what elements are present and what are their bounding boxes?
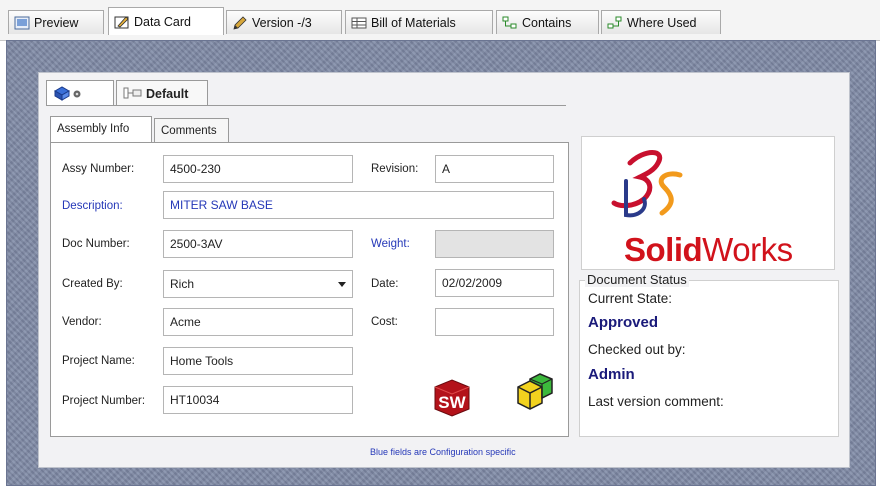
checked-out-value: Admin: [588, 366, 635, 383]
data-card-icon: [114, 11, 130, 29]
tab-preview[interactable]: Preview: [8, 10, 104, 34]
solidworks-wordmark: SolidWorks: [624, 231, 793, 268]
tab-contains[interactable]: Contains: [496, 10, 599, 34]
config-specific-note: Blue fields are Configuration specific: [370, 447, 516, 457]
doc-number-field[interactable]: 2500-3AV: [163, 230, 353, 258]
created-by-label: Created By:: [62, 278, 123, 290]
description-label: Description:: [62, 200, 123, 212]
tab-version[interactable]: Version -/3: [226, 10, 342, 34]
assy-number-label: Assy Number:: [62, 163, 135, 175]
tree-contains-icon: [502, 14, 518, 29]
doc-number-label: Doc Number:: [62, 238, 130, 250]
chevron-down-icon[interactable]: [338, 282, 346, 287]
config-tab-divider: [46, 105, 566, 106]
tab-data-card[interactable]: Data Card: [108, 7, 224, 35]
svg-text:SW: SW: [438, 393, 466, 412]
tab-bill-of-materials[interactable]: Bill of Materials: [345, 10, 493, 34]
project-number-field[interactable]: HT10034: [163, 386, 353, 414]
date-label: Date:: [371, 278, 399, 290]
last-version-comment-label: Last version comment:: [588, 394, 724, 409]
solidworks-sw-icon[interactable]: SW: [432, 377, 472, 417]
tab-where-used[interactable]: Where Used: [601, 10, 721, 34]
tab-comments[interactable]: Comments: [154, 118, 229, 142]
current-state-label: Current State:: [588, 291, 673, 306]
description-field[interactable]: MITER SAW BASE: [163, 191, 554, 219]
config-tab-assembly[interactable]: [46, 80, 114, 106]
revision-label: Revision:: [371, 163, 419, 175]
weight-label: Weight:: [371, 238, 410, 250]
current-state-value: Approved: [588, 314, 659, 331]
document-status-title: Document Status: [585, 272, 689, 287]
table-icon: [351, 14, 367, 29]
vendor-field[interactable]: Acme: [163, 308, 353, 336]
tab-assembly-info[interactable]: Assembly Info: [50, 116, 152, 143]
tree-where-used-icon: [607, 14, 623, 29]
pencil-icon: [232, 14, 248, 30]
project-number-label: Project Number:: [62, 395, 146, 407]
assembly-cubes-icon[interactable]: [512, 373, 556, 415]
3ds-logo-icon: [611, 150, 683, 218]
created-by-dropdown[interactable]: Rich: [163, 270, 353, 298]
assembly-icon: [53, 84, 83, 110]
project-name-label: Project Name:: [62, 355, 135, 367]
config-tab-default[interactable]: Default: [116, 80, 208, 106]
cost-field[interactable]: [435, 308, 554, 336]
assy-number-field[interactable]: 4500-230: [163, 155, 353, 183]
vendor-label: Vendor:: [62, 316, 102, 328]
project-name-field[interactable]: Home Tools: [163, 347, 353, 375]
view-tab-bar: Preview Data Card Version -/3 Bill of Ma…: [0, 0, 880, 41]
preview-icon: [14, 14, 30, 30]
revision-field[interactable]: A: [435, 155, 554, 183]
checked-out-label: Checked out by:: [588, 342, 686, 357]
solidworks-logo-box: SolidWorks: [581, 136, 835, 270]
date-field[interactable]: 02/02/2009: [435, 269, 554, 297]
cost-label: Cost:: [371, 316, 398, 328]
weight-field[interactable]: [435, 230, 554, 258]
